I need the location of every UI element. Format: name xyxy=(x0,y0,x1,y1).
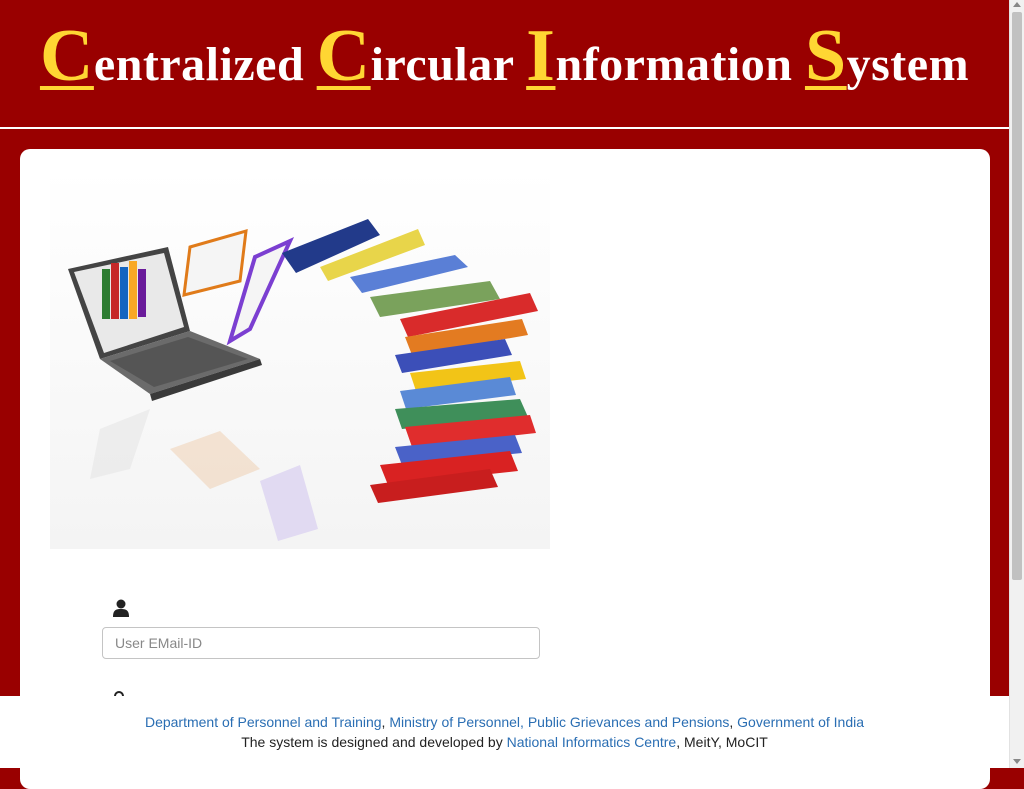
footer: Department of Personnel and Training, Mi… xyxy=(0,696,1009,768)
site-title: Centralized Circular Information System xyxy=(0,14,1009,99)
dopt-link[interactable]: Department of Personnel and Training xyxy=(145,714,382,730)
title-word-circular: Circular xyxy=(316,15,527,97)
scroll-down-arrow-icon[interactable] xyxy=(1013,759,1021,764)
ministry-link[interactable]: Ministry of Personnel, Public Grievances… xyxy=(389,714,729,730)
scroll-up-arrow-icon[interactable] xyxy=(1013,2,1021,7)
page: Centralized Circular Information System xyxy=(0,0,1009,789)
user-icon xyxy=(113,599,129,617)
laptop-books-illustration xyxy=(50,169,550,549)
footer-developer-line: The system is designed and developed by … xyxy=(0,734,1009,750)
site-header: Centralized Circular Information System xyxy=(0,0,1009,127)
title-word-centralized: Centralized xyxy=(39,15,317,97)
developer-prefix: The system is designed and developed by xyxy=(241,734,507,750)
header-divider xyxy=(0,127,1009,129)
separator: , xyxy=(729,714,738,730)
developer-suffix: , MeitY, MoCIT xyxy=(676,734,768,750)
footer-credits-line: Department of Personnel and Training, Mi… xyxy=(0,714,1009,730)
vertical-scrollbar[interactable] xyxy=(1009,0,1024,768)
nic-link[interactable]: National Informatics Centre xyxy=(507,734,677,750)
scroll-thumb[interactable] xyxy=(1012,12,1022,580)
login-card xyxy=(20,149,990,789)
title-word-system: System xyxy=(804,15,970,97)
goi-link[interactable]: Government of India xyxy=(737,714,864,730)
email-input[interactable] xyxy=(102,627,540,659)
title-word-information: Information xyxy=(526,15,805,97)
